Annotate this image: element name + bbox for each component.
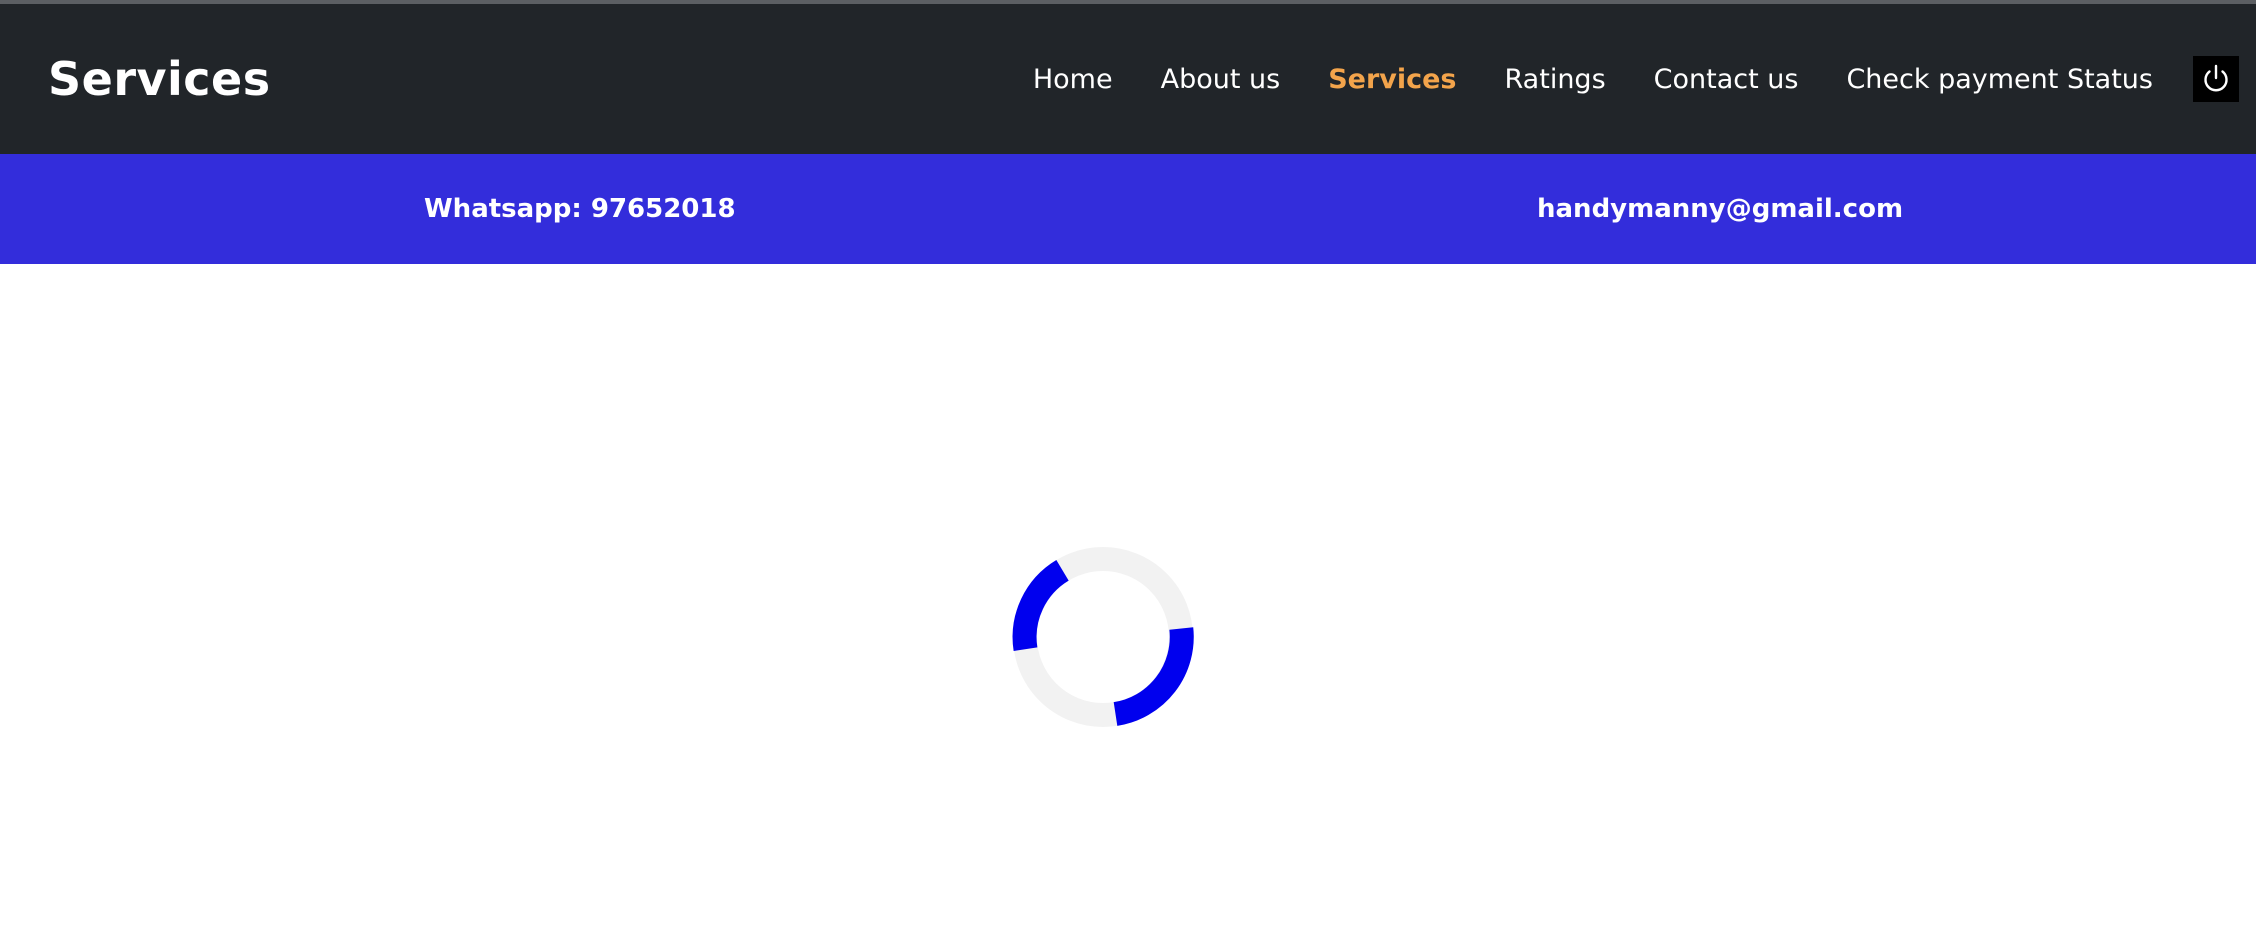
navbar: Services Home About us Services Ratings … [0, 4, 2256, 154]
loading-spinner [1012, 546, 1194, 728]
nav-link-home[interactable]: Home [1033, 64, 1113, 95]
contact-bar: Whatsapp: 97652018 handymanny@gmail.com [0, 154, 2256, 264]
nav-link-services[interactable]: Services [1328, 64, 1456, 95]
logout-button[interactable] [2193, 56, 2239, 102]
power-icon [2204, 64, 2228, 92]
contact-email: handymanny@gmail.com [1537, 194, 1904, 224]
nav-link-about-us[interactable]: About us [1161, 64, 1281, 95]
nav-link-contact-us[interactable]: Contact us [1654, 64, 1799, 95]
loading-spinner-icon [1012, 547, 1194, 727]
page-title: Services [48, 52, 271, 106]
whatsapp-number: Whatsapp: 97652018 [424, 194, 736, 224]
nav-links: Home About us Services Ratings Contact u… [1033, 4, 2256, 154]
nav-link-check-payment-status[interactable]: Check payment Status [1846, 64, 2153, 95]
nav-link-ratings[interactable]: Ratings [1505, 64, 1606, 95]
